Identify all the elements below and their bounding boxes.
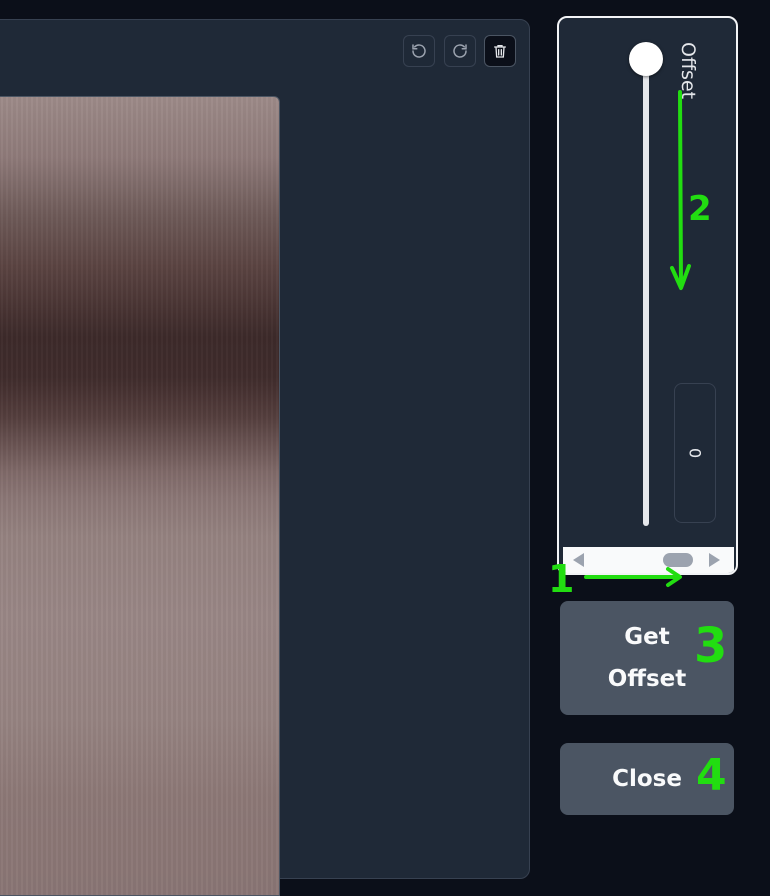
image-canvas[interactable] <box>0 96 280 896</box>
scroll-left-icon[interactable] <box>573 553 584 567</box>
scroll-right-icon[interactable] <box>709 553 720 567</box>
offset-slider-thumb[interactable] <box>629 42 663 76</box>
clear-button[interactable] <box>484 35 516 67</box>
redo-button[interactable] <box>444 35 476 67</box>
close-button[interactable]: Close <box>560 743 734 815</box>
horizontal-scrollbar[interactable] <box>563 547 734 573</box>
scrollbar-thumb[interactable] <box>663 553 693 567</box>
offset-slider-panel: Offset 0 <box>557 16 738 575</box>
offset-slider-label: Offset <box>677 42 699 100</box>
undo-button[interactable] <box>403 35 435 67</box>
get-offset-button[interactable]: Get Offset <box>560 601 734 715</box>
offset-slider-track[interactable] <box>643 68 649 526</box>
image-editor-panel <box>0 19 530 896</box>
offset-value: 0 <box>685 447 705 459</box>
trash-icon <box>494 45 506 58</box>
offset-number-input[interactable]: 0 <box>674 383 716 523</box>
undo-icon <box>412 44 426 58</box>
redo-icon <box>453 44 467 58</box>
